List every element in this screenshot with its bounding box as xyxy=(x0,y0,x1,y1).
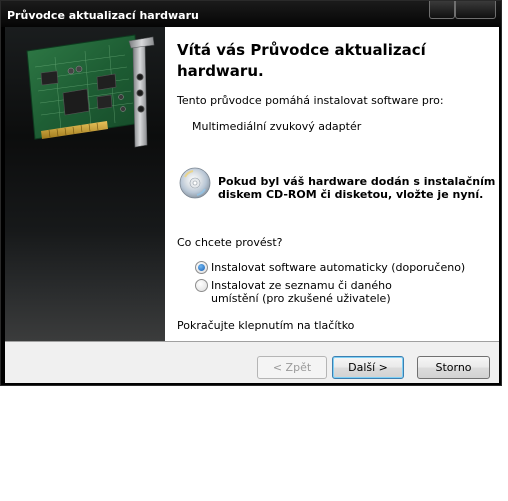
option-list-radio[interactable] xyxy=(195,279,208,292)
cd-rom-icon xyxy=(179,167,211,199)
close-button[interactable] xyxy=(455,1,496,19)
window-title: Průvodce aktualizací hardwaru xyxy=(7,9,199,22)
wizard-content: Vítá vás Průvodce aktualizací hardwaru. … xyxy=(165,27,499,341)
continue-hint: Pokračujte klepnutím na tlačítko xyxy=(177,319,355,332)
option-list-label-line1[interactable]: Instalovat ze seznamu či daného xyxy=(211,279,392,292)
minimize-button[interactable] xyxy=(429,1,455,19)
option-auto-label[interactable]: Instalovat software automaticky (doporuč… xyxy=(211,261,465,274)
option-list-label-line2[interactable]: umístění (pro zkušené uživatele) xyxy=(211,292,391,305)
option-auto-radio[interactable] xyxy=(195,261,208,274)
next-button[interactable]: Další > xyxy=(332,356,404,379)
intro-text: Tento průvodce pomáhá instalovat softwar… xyxy=(177,94,444,107)
cd-hint-line1: Pokud byl váš hardware dodán s instalačn… xyxy=(218,175,496,188)
question-label: Co chcete provést? xyxy=(177,236,283,249)
button-bar: < Zpět Další > Storno xyxy=(5,341,499,383)
wizard-client: Vítá vás Průvodce aktualizací hardwaru. … xyxy=(5,27,499,383)
title-bar[interactable]: Průvodce aktualizací hardwaru xyxy=(1,1,501,27)
cd-hint-line2: diskem CD-ROM či disketou, vložte je nyn… xyxy=(218,188,484,201)
cancel-button[interactable]: Storno xyxy=(417,356,490,379)
page-title-line2: hardwaru. xyxy=(177,62,264,80)
page-title-line1: Vítá vás Průvodce aktualizací xyxy=(177,41,426,59)
back-button[interactable]: < Zpět xyxy=(257,356,327,379)
page-title: Vítá vás Průvodce aktualizací hardwaru. xyxy=(177,40,477,82)
device-name: Multimediální zvukový adaptér xyxy=(192,120,362,133)
wizard-window: Průvodce aktualizací hardwaru Vítá vás P… xyxy=(0,0,502,386)
sound-card-image xyxy=(26,34,155,148)
hardware-image-panel xyxy=(5,27,165,341)
